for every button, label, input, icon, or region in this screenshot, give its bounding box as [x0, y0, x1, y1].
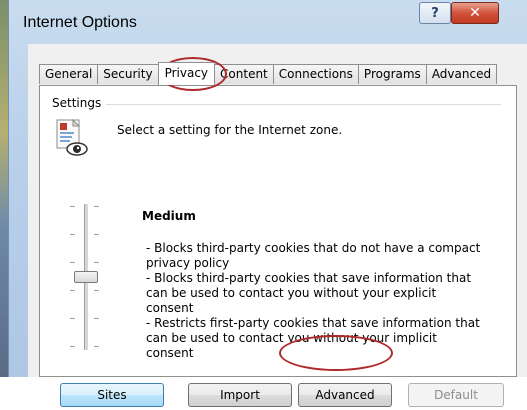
slider-tick: [94, 290, 99, 291]
slider-tick: [94, 206, 99, 207]
internet-zone-privacy-icon: [56, 118, 88, 156]
tab-connections[interactable]: Connections: [272, 64, 359, 84]
tab-programs[interactable]: Programs: [357, 64, 427, 84]
slider-tick: [70, 234, 75, 235]
internet-options-dialog: Internet Options ? ✕ General Security Pr…: [8, 0, 527, 407]
close-icon: ✕: [469, 5, 481, 21]
slider-tick: [94, 262, 99, 263]
dialog-client-area: General Security Privacy Content Connect…: [28, 44, 527, 407]
description-line: - Restricts first-party cookies that sav…: [146, 316, 480, 360]
description-line: - Blocks third-party cookies that do not…: [146, 241, 481, 270]
privacy-button-row: Sites Import Advanced Default: [40, 380, 527, 410]
tab-general[interactable]: General: [39, 64, 99, 84]
tab-content[interactable]: Content: [214, 64, 274, 84]
help-button[interactable]: ?: [419, 2, 451, 24]
privacy-level-description: - Blocks third-party cookies that do not…: [146, 241, 486, 361]
slider-tick: [70, 262, 75, 263]
sites-button[interactable]: Sites: [60, 383, 164, 407]
slider-tick: [94, 346, 99, 347]
tab-advanced[interactable]: Advanced: [425, 64, 498, 84]
privacy-tab-panel: Settings Select a setting for the Intern…: [39, 85, 517, 407]
close-button[interactable]: ✕: [451, 2, 499, 24]
slider-tick: [70, 206, 75, 207]
tab-strip: General Security Privacy Content Connect…: [39, 62, 498, 86]
slider-tick: [94, 318, 99, 319]
settings-group-label: Settings: [52, 96, 106, 110]
tab-privacy[interactable]: Privacy: [157, 62, 216, 85]
default-button: Default: [408, 383, 504, 407]
window-title: Internet Options: [23, 14, 137, 31]
zone-setting-prompt: Select a setting for the Internet zone.: [117, 123, 343, 137]
slider-tick: [70, 290, 75, 291]
slider-tick: [94, 234, 99, 235]
slider-thumb[interactable]: [74, 271, 98, 283]
slider-tick: [70, 318, 75, 319]
tab-security[interactable]: Security: [97, 64, 159, 84]
privacy-level-slider[interactable]: [66, 198, 106, 358]
privacy-level-title: Medium: [142, 209, 196, 223]
import-button[interactable]: Import: [188, 383, 292, 407]
slider-tick: [70, 346, 75, 347]
settings-group-divider: [106, 104, 501, 105]
help-icon: ?: [431, 5, 439, 21]
description-line: - Blocks third-party cookies that save i…: [146, 271, 472, 315]
advanced-button[interactable]: Advanced: [298, 383, 392, 407]
